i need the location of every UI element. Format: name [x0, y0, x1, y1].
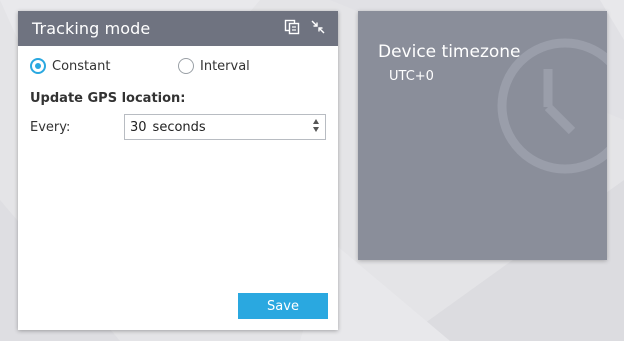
update-gps-heading: Update GPS location: [30, 91, 186, 106]
tracking-mode-options: Constant Interval [30, 58, 250, 74]
interval-value[interactable]: 30 [130, 120, 147, 135]
collapse-icon[interactable] [310, 19, 326, 35]
timezone-value: UTC+0 [389, 69, 434, 84]
copy-icon[interactable] [284, 19, 300, 35]
interval-stepper[interactable]: 30 seconds [124, 114, 326, 140]
device-timezone-tile[interactable]: Device timezone UTC+0 [358, 11, 607, 260]
radio-constant-label[interactable]: Constant [52, 59, 110, 74]
radio-constant[interactable]: Constant [30, 58, 110, 74]
chevron-down-icon[interactable] [313, 127, 319, 132]
interval-unit: seconds [152, 119, 206, 135]
save-button[interactable]: Save [238, 293, 328, 319]
chevron-up-icon[interactable] [313, 119, 319, 124]
stepper-arrows[interactable] [313, 119, 319, 132]
header-icons [284, 19, 326, 35]
timezone-title: Device timezone [378, 42, 521, 62]
radio-constant-indicator[interactable] [30, 58, 46, 74]
radio-interval-label[interactable]: Interval [200, 59, 250, 74]
panel-title: Tracking mode [32, 19, 151, 38]
panel-header: Tracking mode [18, 11, 338, 46]
radio-interval[interactable]: Interval [178, 58, 250, 74]
every-label: Every: [30, 120, 71, 135]
radio-interval-indicator[interactable] [178, 58, 194, 74]
tracking-mode-panel: Tracking mode Constant Interval Update G… [18, 11, 338, 330]
